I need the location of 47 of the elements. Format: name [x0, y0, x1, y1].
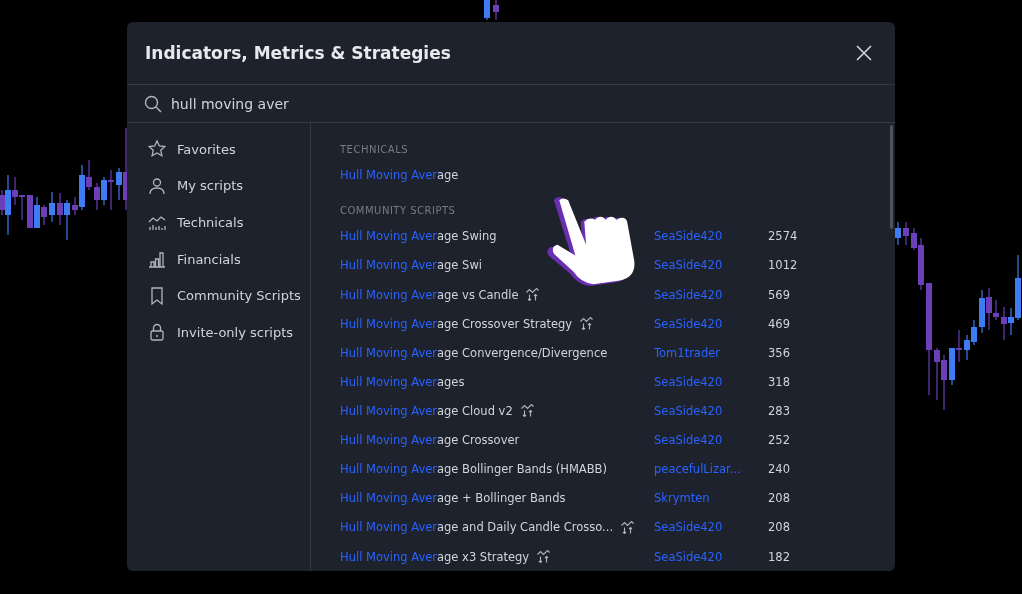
scrollbar-thumb[interactable]	[890, 125, 893, 229]
script-name[interactable]: Hull Moving Average + Bollinger Bands	[340, 491, 566, 506]
usage-count: 182	[768, 549, 790, 564]
section-heading: COMMUNITY SCRIPTS	[340, 205, 456, 217]
usage-count: 2574	[768, 229, 798, 244]
usage-count: 252	[768, 433, 790, 448]
script-name[interactable]: Hull Moving Average Swing	[340, 229, 497, 244]
sidebar-item[interactable]: Financials	[177, 251, 241, 267]
script-name[interactable]: Hull Moving Average Crossover	[340, 433, 520, 448]
sidebar-item[interactable]: Favorites	[177, 141, 236, 157]
script-name[interactable]: Hull Moving Average and Daily Candle Crosso...	[340, 520, 614, 535]
script-name[interactable]: Hull Moving Average x3 Strategy	[340, 549, 530, 564]
star-icon	[147, 139, 167, 160]
script-name[interactable]: Hull Moving Averages	[340, 374, 465, 389]
usage-count: 240	[768, 462, 790, 477]
usage-count: 569	[768, 287, 790, 302]
candlestick	[903, 221, 909, 246]
candlestick	[895, 221, 901, 246]
user-icon	[147, 175, 167, 196]
sidebar-item[interactable]: My scripts	[177, 178, 244, 194]
usage-count: 208	[768, 491, 790, 506]
sidebar-item[interactable]: Invite-only scripts	[177, 324, 294, 340]
search-field[interactable]: hull moving aver	[171, 95, 571, 112]
bar-chart-icon	[147, 249, 167, 270]
dialog-title: Indicators, Metrics & Strategies	[145, 43, 451, 63]
usage-count: 283	[768, 403, 790, 418]
script-name[interactable]: Hull Moving Average Cloud v2	[340, 403, 513, 418]
usage-count: 356	[768, 345, 790, 360]
close-icon	[855, 44, 873, 62]
usage-count: 208	[768, 520, 790, 535]
script-name[interactable]: Hull Moving Average vs Candle	[340, 287, 519, 302]
script-name[interactable]: Hull Moving Average Bollinger Bands (HMABB)	[340, 462, 607, 477]
candlestick	[484, 0, 490, 21]
script-name[interactable]: Hull Moving Average Swi	[340, 258, 482, 273]
search-icon	[143, 93, 163, 114]
sidebar-item[interactable]: Community Scripts	[177, 288, 301, 304]
section-heading: TECHNICALS	[340, 144, 409, 156]
usage-count: 1012	[768, 258, 798, 273]
script-name[interactable]: Hull Moving Average Convergence/Divergence	[340, 345, 608, 360]
usage-count: 318	[768, 374, 790, 389]
usage-count: 469	[768, 316, 790, 331]
script-name[interactable]: Hull Moving Average Crossover Strategy	[340, 316, 573, 331]
candlestick	[493, 0, 499, 21]
script-name[interactable]: Hull Moving Average	[340, 168, 459, 183]
sidebar-item[interactable]: Technicals	[177, 215, 244, 230]
candlestick	[49, 191, 55, 223]
lock-icon	[147, 322, 167, 343]
